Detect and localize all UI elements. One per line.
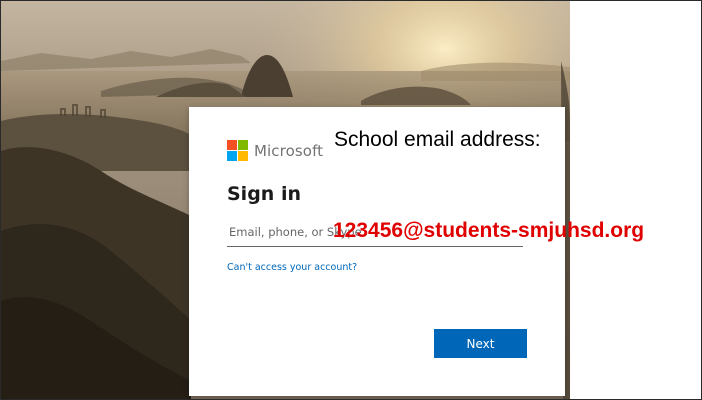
- microsoft-logo-icon: [227, 140, 248, 161]
- microsoft-logo: Microsoft: [227, 140, 323, 161]
- logo-yellow-square: [238, 151, 248, 161]
- cant-access-account-link[interactable]: Can't access your account?: [227, 262, 357, 273]
- signin-title: Sign in: [227, 183, 301, 205]
- logo-green-square: [238, 140, 248, 150]
- brand-name: Microsoft: [254, 141, 324, 160]
- logo-red-square: [227, 140, 237, 150]
- slide: Microsoft Sign in Email, phone, or Skype…: [0, 0, 702, 400]
- logo-blue-square: [227, 151, 237, 161]
- school-email-label: School email address:: [334, 128, 541, 151]
- example-email-annotation: 123456@students-smjuhsd.org: [333, 219, 645, 242]
- next-button[interactable]: Next: [434, 329, 527, 358]
